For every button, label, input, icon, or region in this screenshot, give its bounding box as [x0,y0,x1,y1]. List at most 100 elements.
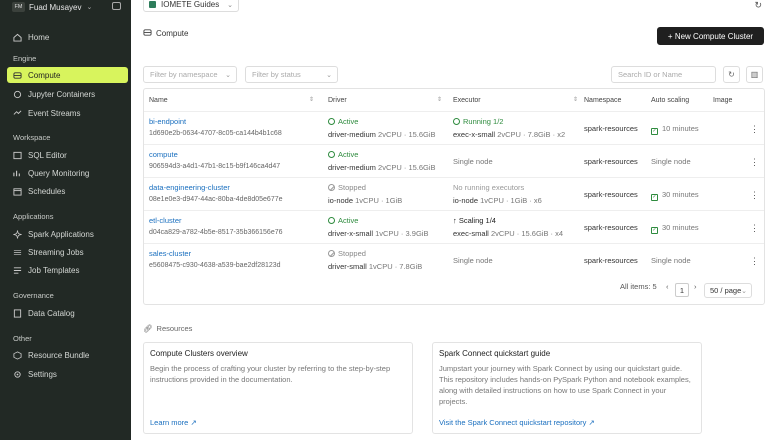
sidebar-item-resource-bundle[interactable]: Resource Bundle [7,347,128,363]
resource-card: Spark Connect quickstart guide Jumpstart… [432,342,702,434]
resource-card: Compute Clusters overview Begin the proc… [143,342,413,434]
sidebar-item-schedules[interactable]: Schedules [7,183,128,199]
status-filter[interactable]: Filter by status ⌄ [245,66,338,83]
cluster-name-link[interactable]: sales-cluster [149,249,191,258]
table-row[interactable]: bi-endpoint 1d690e2b-0634-4707-8c05-ca14… [144,111,764,144]
autoscaling-text: 30 minutes [662,190,699,199]
cluster-id: 08e1e0e3-d947-44ac-80ba-4de8d05e677e [149,196,283,203]
cluster-name-link[interactable]: data-engineering-cluster [149,183,230,192]
sort-icon[interactable]: ⇕ [437,96,442,103]
active-icon [328,118,335,125]
driver-status-text: Active [338,150,359,159]
learn-more-link[interactable]: Learn more ↗ [150,418,197,427]
resources-heading: 🔗︎ Resources [143,324,192,333]
driver-status-text: Active [338,117,359,126]
event-streams-icon [13,109,22,118]
sidebar-item-data-catalog[interactable]: Data Catalog [7,305,128,321]
compute-icon [13,71,22,80]
sidebar-item-job-templates[interactable]: Job Templates [7,262,128,278]
prev-page-button[interactable]: ‹ [666,282,669,291]
namespace: spark-resources [584,157,638,166]
sidebar-item-compute[interactable]: Compute [7,67,128,83]
sidebar-item-label: Jupyter Containers [28,89,96,99]
header-namespace: Namespace [584,96,622,104]
next-page-button[interactable]: › [694,282,697,291]
driver-status-text: Stopped [338,249,366,258]
sidebar-item-spark-applications[interactable]: Spark Applications [7,226,128,242]
sidebar-item-sql-editor[interactable]: SQL Editor [7,147,128,163]
quickstart-link[interactable]: Visit the Spark Connect quickstart repos… [439,418,595,427]
jupyter-icon [13,90,22,99]
driver-status: Stopped [328,249,366,258]
driver-spec: 2vCPU · 15.6GiB [378,163,436,172]
namespace-filter[interactable]: Filter by namespace ⌄ [143,66,237,83]
cluster-name-link[interactable]: bi-endpoint [149,117,186,126]
header-executor: Executor [453,96,481,104]
sidebar: FM Fuad Musayev ⌄ Home Engine Compute Ju… [0,0,131,440]
search-placeholder: Search ID or Name [618,70,683,79]
table-row[interactable]: sales-cluster e5608475-c930-4638-a539-ba… [144,243,764,276]
executor-status: ↑ Scaling 1/4 [453,216,496,225]
card-title: Compute Clusters overview [150,349,248,358]
driver-node: driver-small 1vCPU · 7.8GiB [328,262,422,271]
search-input[interactable]: Search ID or Name [611,66,716,83]
more-icon[interactable]: ⋮ [750,157,759,168]
active-icon [328,151,335,158]
driver-name: driver-small [328,262,367,271]
sidebar-item-label: SQL Editor [28,150,67,160]
more-icon[interactable]: ⋮ [750,223,759,234]
chevron-down-icon: ⌄ [225,71,231,79]
sidebar-item-label: Home [28,32,50,42]
table-row[interactable]: compute 906594d3-a4d1-47b1-8c15-b9f146ca… [144,144,764,177]
sidebar-item-streaming-jobs[interactable]: Streaming Jobs [7,244,128,260]
page-size-select[interactable]: 50 / page ⌄ [704,283,752,298]
sidebar-toggle-icon[interactable] [112,2,121,10]
namespace: spark-resources [584,223,638,232]
page-number[interactable]: 1 [675,283,689,297]
namespace: spark-resources [584,124,638,133]
sidebar-item-settings[interactable]: Settings [7,366,128,382]
table-row[interactable]: data-engineering-cluster 08e1e0e3-d947-4… [144,177,764,210]
page-title-text: Compute [156,29,189,38]
check-icon: ✓ [651,194,658,201]
more-icon[interactable]: ⋮ [750,124,759,135]
external-link-icon: ↗ [190,418,197,427]
sidebar-item-label: Event Streams [28,108,81,118]
sort-icon[interactable]: ⇕ [309,96,314,103]
sidebar-item-home[interactable]: Home [7,29,128,45]
link-text: Learn more [150,418,189,427]
refresh-icon[interactable]: ↻ [754,0,762,11]
driver-status-text: Active [338,216,359,225]
sidebar-item-query-monitoring[interactable]: Query Monitoring [7,165,128,181]
sidebar-item-event-streams[interactable]: Event Streams [7,105,128,121]
namespace: spark-resources [584,256,638,265]
sidebar-item-jupyter[interactable]: Jupyter Containers [7,86,128,102]
cluster-name-link[interactable]: compute [149,150,178,159]
external-link-icon: ↗ [588,418,595,427]
executor-node: Single node [453,256,493,265]
resources-title: Resources [156,324,193,333]
driver-status: Active [328,117,358,126]
more-icon[interactable]: ⋮ [750,256,759,267]
cluster-id: d04ca829-a782-4b5e-8517-35b366156e76 [149,229,283,236]
driver-node: driver-medium 2vCPU · 15.6GiB [328,163,436,172]
new-compute-cluster-button[interactable]: + New Compute Cluster [657,27,764,45]
autoscaling: ✓ 30 minutes [651,223,699,234]
driver-node: driver-medium 2vCPU · 15.6GiB [328,130,436,139]
driver-name: driver-medium [328,163,376,172]
bundle-icon [13,350,22,360]
calendar-icon [13,187,22,196]
more-icon[interactable]: ⋮ [750,190,759,201]
project-selector[interactable]: IOMETE Guides ⌄ [143,0,239,12]
header-autoscaling: Auto scaling [651,96,690,104]
sort-icon[interactable]: ⇕ [573,96,578,103]
sidebar-item-label: Spark Applications [28,229,94,239]
driver-spec: 1vCPU · 3.9GiB [375,229,429,238]
table-row[interactable]: etl-cluster d04ca829-a782-4b5e-8517-35b3… [144,210,764,243]
refresh-button[interactable]: ↻ [723,66,740,83]
columns-button[interactable]: ▥ [746,66,763,83]
home-icon [13,33,22,42]
cluster-name-link[interactable]: etl-cluster [149,216,182,225]
check-icon: ✓ [651,227,658,234]
running-icon [453,118,460,125]
